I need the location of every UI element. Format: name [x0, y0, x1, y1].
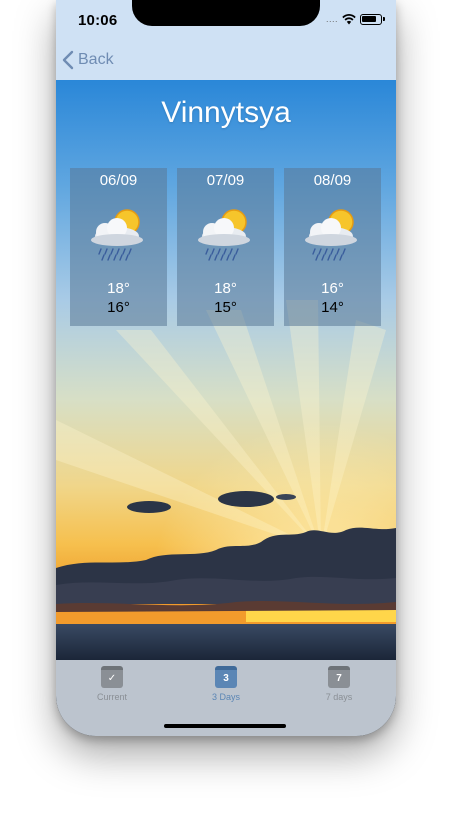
forecast-min-temp: 16° [107, 299, 130, 316]
calendar-check-icon: ✓ [101, 666, 123, 688]
forecast-max-temp: 16° [321, 280, 344, 297]
tab-label: 7 days [325, 692, 353, 702]
phone-frame: 10:06 .... Back Vinnytsya 06/09 18° 16° … [56, 0, 396, 736]
forecast-cards: 06/09 18° 16° 07/09 18° 15° 08/09 16° 14… [70, 168, 382, 326]
chevron-left-icon [62, 50, 74, 70]
forecast-date: 06/09 [99, 172, 138, 189]
tab-label: 3 Days [211, 692, 240, 702]
partly-sunny-rain-icon [91, 209, 143, 261]
city-title: Vinnytsya [161, 96, 291, 129]
partly-sunny-rain-icon [198, 209, 250, 261]
tab-current[interactable]: ✓ Current [72, 666, 152, 710]
stage: 10:06 .... Back Vinnytsya 06/09 18° 16° … [0, 0, 452, 816]
forecast-max-temp: 18° [214, 280, 237, 297]
forecast-card[interactable]: 08/09 16° 14° [284, 168, 381, 326]
forecast-card[interactable]: 07/09 18° 15° [177, 168, 274, 326]
signal-icon: .... [325, 14, 338, 24]
battery-icon [360, 13, 385, 25]
status-indicators: .... [325, 12, 385, 26]
screen: 10:06 .... Back Vinnytsya 06/09 18° 16° … [56, 0, 396, 736]
wifi-icon [342, 14, 356, 25]
partly-sunny-rain-icon [305, 209, 357, 261]
back-button[interactable]: Back [62, 48, 114, 72]
forecast-min-temp: 14° [321, 299, 344, 316]
calendar-3-icon: 3 [215, 666, 237, 688]
home-indicator[interactable] [164, 724, 286, 728]
back-label: Back [78, 51, 114, 68]
forecast-min-temp: 15° [214, 299, 237, 316]
sky-background [56, 80, 396, 660]
tab-7-days[interactable]: 7 7 days [299, 666, 379, 710]
forecast-date: 08/09 [313, 172, 352, 189]
tab-3-days[interactable]: 3 3 Days [186, 666, 266, 710]
forecast-card[interactable]: 06/09 18° 16° [70, 168, 167, 326]
status-time: 10:06 [78, 12, 118, 29]
forecast-max-temp: 18° [107, 280, 130, 297]
notch [132, 0, 320, 26]
calendar-7-icon: 7 [328, 666, 350, 688]
navigation-bar: 10:06 .... Back [56, 0, 396, 80]
tab-label: Current [96, 692, 127, 702]
forecast-date: 07/09 [206, 172, 245, 189]
